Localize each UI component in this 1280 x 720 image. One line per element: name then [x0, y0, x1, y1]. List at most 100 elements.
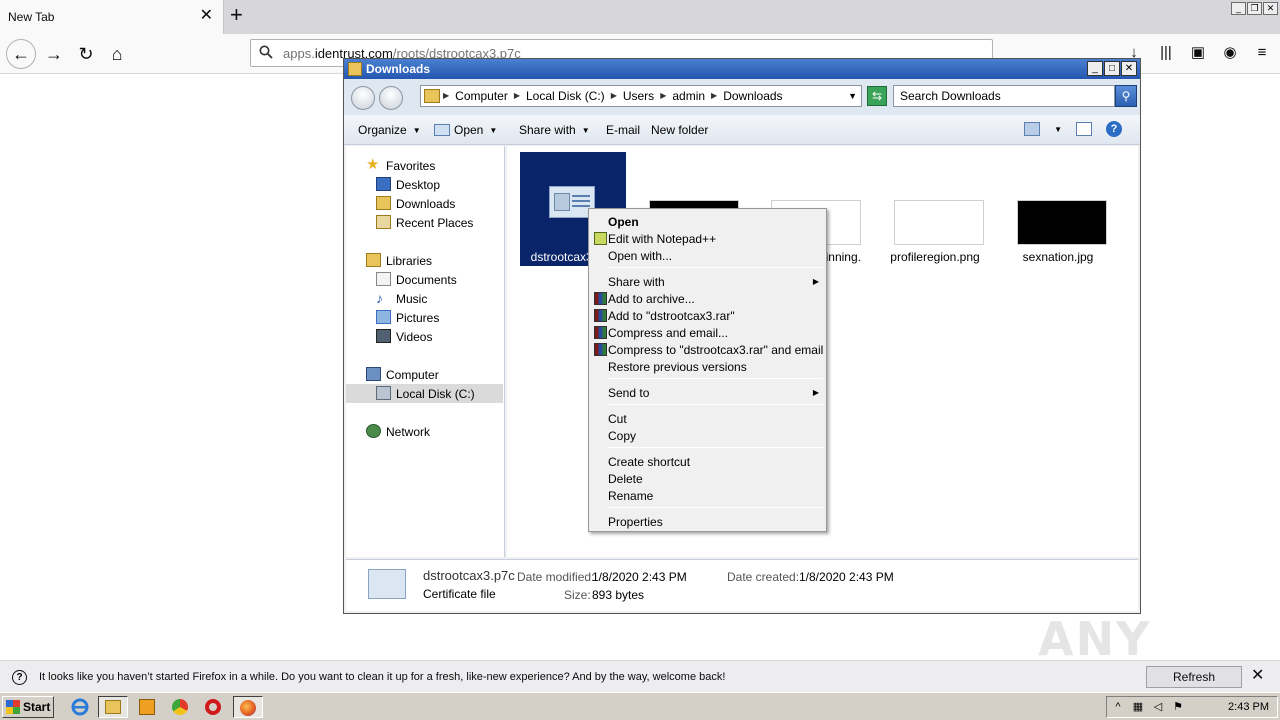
firefox-icon[interactable] [233, 696, 263, 718]
action-center-flag-icon[interactable]: ⚑ [1171, 701, 1185, 714]
chevron-right-icon[interactable]: ▶ [611, 89, 617, 103]
new-tab-icon[interactable]: + [230, 4, 243, 26]
minimize-icon[interactable]: _ [1087, 61, 1103, 76]
menu-item-send-to[interactable]: Send to ▶ [590, 384, 825, 401]
opera-icon[interactable] [203, 697, 225, 717]
address-row: ▶ Computer ▶ Local Disk (C:) ▶ Users ▶ a… [344, 79, 1140, 115]
size-label: Size: [564, 588, 591, 602]
organize-button[interactable]: Organize ▼ [358, 123, 421, 137]
nav-item-local-disk[interactable]: Local Disk (C:) [346, 384, 503, 403]
maximize-icon[interactable]: □ [1104, 61, 1120, 76]
search-icon[interactable]: ⚲ [1115, 85, 1137, 107]
menu-item-compress-rar-email[interactable]: Compress to "dstrootcax3.rar" and email [590, 341, 825, 358]
back-button[interactable] [351, 86, 375, 110]
chevron-down-icon[interactable]: ▼ [1054, 125, 1062, 134]
nav-item-documents[interactable]: Documents [346, 270, 503, 289]
winrar-icon [594, 326, 607, 339]
refresh-icon[interactable]: ⇆ [867, 86, 887, 106]
nav-item-downloads[interactable]: Downloads [346, 194, 503, 213]
breadcrumb-item[interactable]: Computer [455, 89, 508, 103]
chevron-down-icon[interactable]: ▼ [848, 89, 857, 103]
forward-arrow-icon[interactable]: → [42, 42, 66, 66]
chevron-right-icon[interactable]: ▶ [711, 89, 717, 103]
menu-item-properties[interactable]: Properties [590, 513, 825, 530]
email-button[interactable]: E-mail [606, 123, 640, 137]
home-icon[interactable]: ⌂ [105, 42, 129, 66]
menu-item-add-archive[interactable]: Add to archive... [590, 290, 825, 307]
nav-item-videos[interactable]: Videos [346, 327, 503, 346]
nav-item-libraries[interactable]: Libraries [346, 251, 503, 270]
start-button[interactable]: Start [2, 696, 54, 718]
menu-item-restore-versions[interactable]: Restore previous versions [590, 358, 825, 375]
date-created-label: Date created: [727, 570, 800, 584]
clock[interactable]: 2:43 PM [1228, 701, 1269, 713]
breadcrumb-item[interactable]: Users [623, 89, 654, 103]
ie-icon[interactable] [70, 697, 92, 717]
music-icon: ♪ [376, 290, 383, 306]
nav-item-recent-places[interactable]: Recent Places [346, 213, 503, 232]
open-button[interactable]: Open ▼ [434, 123, 497, 137]
close-icon[interactable]: ✕ [1121, 61, 1137, 76]
menu-item-add-rar[interactable]: Add to "dstrootcax3.rar" [590, 307, 825, 324]
menu-item-rename[interactable]: Rename [590, 487, 825, 504]
nav-item-favorites[interactable]: ★ Favorites [346, 156, 503, 175]
menu-item-open-with[interactable]: Open with... [590, 247, 825, 264]
explorer-title-bar[interactable]: Downloads _ □ ✕ [344, 59, 1140, 79]
close-window-icon[interactable]: ✕ [1263, 2, 1278, 15]
search-input[interactable]: Search Downloads [893, 85, 1115, 107]
chevron-right-icon[interactable]: ▶ [443, 89, 449, 103]
volume-icon[interactable]: ◁ [1151, 701, 1165, 714]
file-item[interactable]: profileregion.png [882, 152, 988, 266]
menu-icon[interactable]: ≡ [1252, 42, 1272, 64]
explorer-icon[interactable] [98, 696, 128, 718]
chevron-right-icon[interactable]: ▶ [514, 89, 520, 103]
menu-item-delete[interactable]: Delete [590, 470, 825, 487]
breadcrumb-item[interactable]: Downloads [723, 89, 782, 103]
window-title: Downloads [366, 62, 431, 76]
browser-tab[interactable]: New Tab ✕ [0, 0, 224, 34]
chevron-right-icon[interactable]: ▶ [660, 89, 666, 103]
library-icon[interactable]: ||| [1156, 42, 1176, 64]
preview-pane-icon[interactable] [1076, 122, 1092, 136]
network-tray-icon[interactable]: ▦ [1131, 701, 1145, 714]
refresh-firefox-button[interactable]: Refresh Firefox… [1146, 666, 1242, 704]
menu-item-edit-notepad[interactable]: Edit with Notepad++ [590, 230, 825, 247]
file-item[interactable]: sexnation.jpg [1005, 152, 1111, 266]
submenu-arrow-icon: ▶ [812, 277, 819, 286]
date-modified-value: 1/8/2020 2:43 PM [592, 570, 687, 584]
close-tab-icon[interactable]: ✕ [200, 8, 213, 24]
file-name: profileregion.png [890, 250, 980, 264]
reload-icon[interactable]: ↻ [74, 42, 98, 66]
nav-item-pictures[interactable]: Pictures [346, 308, 503, 327]
menu-item-compress-email[interactable]: Compress and email... [590, 324, 825, 341]
new-folder-button[interactable]: New folder [651, 123, 708, 137]
nav-item-network[interactable]: Network [346, 422, 503, 441]
share-with-button[interactable]: Share with ▼ [519, 123, 590, 137]
nav-item-computer[interactable]: Computer [346, 365, 503, 384]
chevron-up-icon[interactable]: ^ [1111, 701, 1125, 714]
breadcrumb-item[interactable]: admin [672, 89, 705, 103]
address-bar[interactable]: ▶ Computer ▶ Local Disk (C:) ▶ Users ▶ a… [420, 85, 862, 107]
menu-separator [607, 404, 823, 405]
menu-item-copy[interactable]: Copy [590, 427, 825, 444]
videos-icon [376, 329, 391, 343]
account-icon[interactable]: ◉ [1220, 42, 1240, 64]
menu-item-open[interactable]: Open [590, 213, 825, 230]
forward-button[interactable] [379, 86, 403, 110]
restore-icon[interactable]: ❐ [1247, 2, 1262, 15]
close-icon[interactable]: ✕ [1251, 667, 1264, 685]
chrome-icon[interactable] [170, 697, 192, 717]
nav-item-music[interactable]: ♪ Music [346, 289, 503, 308]
disk-icon [376, 386, 391, 400]
change-view-icon[interactable] [1024, 122, 1041, 136]
minimize-icon[interactable]: _ [1231, 2, 1246, 15]
menu-item-create-shortcut[interactable]: Create shortcut [590, 453, 825, 470]
menu-item-share-with[interactable]: Share with ▶ [590, 273, 825, 290]
menu-item-cut[interactable]: Cut [590, 410, 825, 427]
media-player-icon[interactable] [137, 697, 159, 717]
sidebar-icon[interactable]: ▣ [1188, 42, 1208, 64]
nav-item-desktop[interactable]: Desktop [346, 175, 503, 194]
back-arrow-icon[interactable]: ← [6, 39, 36, 69]
help-icon[interactable]: ? [1106, 121, 1122, 137]
breadcrumb-item[interactable]: Local Disk (C:) [526, 89, 605, 103]
